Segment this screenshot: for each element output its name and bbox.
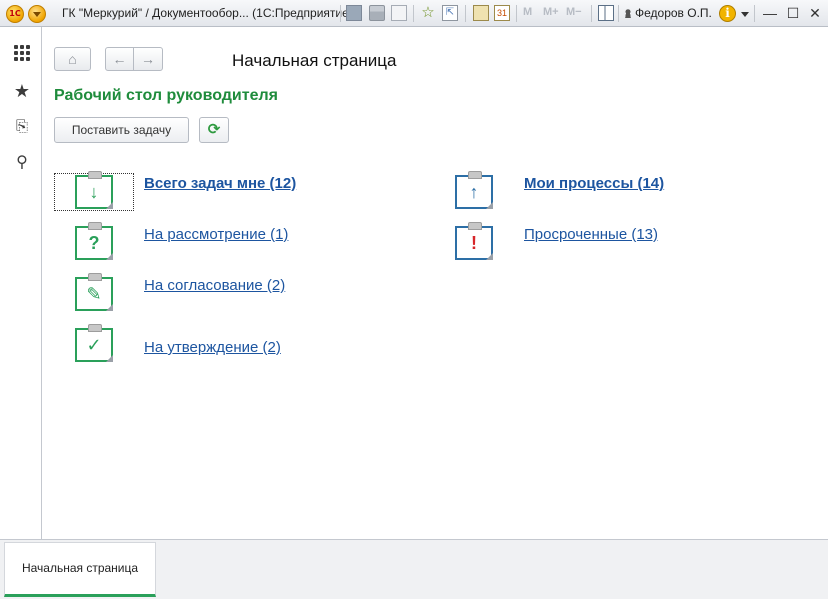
add-favorite-icon[interactable]: ☆ (420, 5, 436, 21)
toolbar-divider (516, 5, 517, 22)
toolbar-divider (591, 5, 592, 22)
question-glyph: ? (88, 233, 100, 253)
check-glyph: ✓ (86, 335, 102, 355)
minimize-button[interactable]: — (762, 5, 778, 21)
search-icon[interactable]: ⚲ (12, 153, 32, 173)
sections-grid-icon[interactable] (14, 45, 30, 61)
save-icon[interactable] (346, 5, 362, 21)
info-icon[interactable]: i (719, 5, 736, 22)
memory-add-button[interactable]: M+ (543, 6, 559, 25)
pencil-clipboard-icon: ✎ (75, 273, 113, 311)
app-logo-icon: 1С (6, 5, 24, 23)
user-menu[interactable]: Федоров О.П. (624, 6, 712, 25)
main-menu-button[interactable] (28, 5, 46, 23)
home-button[interactable]: ⌂ (54, 47, 91, 71)
create-task-button[interactable]: Поставить задачу (54, 117, 189, 143)
arrow-up-glyph: ↑ (469, 182, 479, 202)
maximize-button[interactable]: ☐ (785, 5, 801, 21)
toolbar-divider (618, 5, 619, 22)
exclamation-glyph: ! (471, 233, 477, 253)
task-link-for-confirmation[interactable]: На утверждение (2) (144, 339, 281, 356)
favorites-star-icon[interactable]: ★ (12, 81, 32, 101)
open-windows-bar: Начальная страница (0, 539, 828, 599)
form-title: Рабочий стол руководителя (54, 87, 278, 104)
toolbar-divider (340, 5, 341, 22)
user-name: Федоров О.П. (635, 6, 712, 20)
chevron-down-icon[interactable] (741, 12, 749, 17)
task-link-my-processes[interactable]: Мои процессы (14) (524, 175, 664, 192)
sections-panel: ★ ⎘ ⚲ (0, 27, 42, 539)
print-icon[interactable] (369, 5, 385, 21)
refresh-button[interactable]: ⟳ (199, 117, 229, 143)
check-clipboard-icon: ✓ (75, 324, 113, 362)
back-button[interactable]: ← (105, 47, 134, 71)
memory-subtract-button[interactable]: M− (566, 6, 582, 25)
task-link-all-my-tasks[interactable]: Всего задач мне (12) (144, 175, 296, 192)
calendar-icon[interactable]: 31 (494, 5, 510, 21)
task-link-for-review[interactable]: На рассмотрение (1) (144, 226, 288, 243)
title-bar: 1С ГК "Меркурий" / Документообор... (1С:… (0, 0, 828, 27)
task-link-overdue[interactable]: Просроченные (13) (524, 226, 658, 243)
close-button[interactable]: ✕ (807, 5, 823, 21)
window-title: ГК "Меркурий" / Документообор... (1С:Пре… (62, 6, 353, 20)
toolbar-divider (465, 5, 466, 22)
calculator-icon[interactable] (473, 5, 489, 21)
page-title: Начальная страница (232, 51, 397, 70)
toolbar-divider (754, 5, 755, 22)
arrow-down-clipboard-icon: ↓ (75, 171, 113, 209)
memory-store-button[interactable]: M (523, 6, 532, 25)
panel-icon[interactable] (598, 5, 614, 21)
preview-icon[interactable] (391, 5, 407, 21)
main-area: ⌂ ← → Начальная страница Рабочий стол ру… (42, 27, 828, 539)
arrow-down-glyph: ↓ (89, 182, 99, 202)
forward-button[interactable]: → (133, 47, 163, 71)
task-link-for-approval[interactable]: На согласование (2) (144, 277, 285, 294)
link-icon[interactable]: ⇱ (442, 5, 458, 21)
toolbar-divider (413, 5, 414, 22)
question-clipboard-icon: ? (75, 222, 113, 260)
history-icon[interactable]: ⎘ (12, 117, 32, 137)
exclamation-clipboard-icon: ! (455, 222, 493, 260)
pencil-glyph: ✎ (86, 284, 102, 304)
arrow-up-clipboard-icon: ↑ (455, 171, 493, 209)
user-icon (624, 9, 632, 18)
tab-start-page[interactable]: Начальная страница (4, 542, 156, 597)
